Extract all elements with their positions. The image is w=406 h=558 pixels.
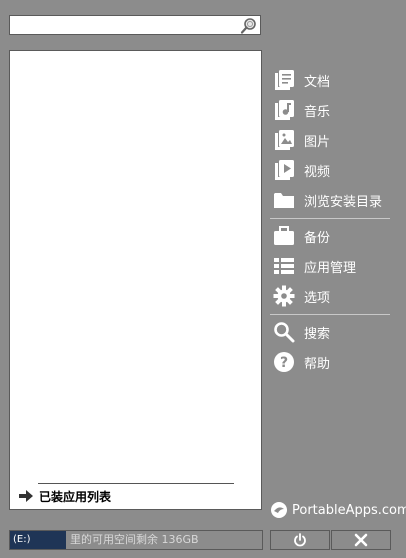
portableapps-brand[interactable]: PortableApps.com [270,499,406,521]
gear-icon [273,285,295,307]
divider [38,483,234,484]
help-icon: ? [274,352,294,372]
music-icon [275,100,294,120]
search-box[interactable] [9,15,261,35]
menu-label: 应用管理 [304,260,357,276]
menu-item-app-management[interactable]: 应用管理 [270,252,390,280]
menu-item-videos[interactable]: 视频 [270,156,390,184]
app-list[interactable]: 已装应用列表 [9,50,262,510]
menu-item-help[interactable]: ? 帮助 [270,348,390,376]
close-icon [354,533,368,547]
picture-icon [275,130,294,150]
close-button[interactable] [331,530,391,550]
menu-label: 音乐 [304,104,331,120]
menu-label: 备份 [304,230,331,246]
search-icon[interactable] [240,17,258,35]
video-icon [275,160,294,180]
brand-name: PortableApps.com [292,502,406,518]
folder-icon [274,193,294,208]
magnifier-icon [274,322,295,343]
drive-status: (E:) 173GB 里的可用空间剩余 136GB [9,530,263,550]
menu-item-search[interactable]: 搜索 [270,318,390,346]
search-input[interactable] [12,17,238,33]
menu-item-pictures[interactable]: 图片 [270,126,390,154]
separator [270,314,390,315]
menu-item-music[interactable]: 音乐 [270,96,390,124]
portableapps-logo-icon [271,502,287,518]
menu-label: 帮助 [304,356,331,372]
list-icon [274,258,294,274]
menu-label: 搜索 [304,326,331,342]
svg-text:?: ? [280,355,288,371]
menu-item-backup[interactable]: 备份 [270,222,390,250]
drive-label: (E:) 173GB [10,531,66,549]
free-space-text: 里的可用空间剩余 136GB [70,533,199,546]
menu-item-browse-install-dir[interactable]: 浏览安装目录 [270,186,390,214]
menu-label: 选项 [304,290,331,306]
power-button[interactable] [270,530,330,550]
briefcase-icon [274,226,294,245]
installed-apps-label: 已装应用列表 [39,489,112,504]
menu-label: 图片 [304,134,331,150]
menu-label: 视频 [304,164,331,180]
arrow-right-icon [19,490,33,502]
menu-item-options[interactable]: 选项 [270,282,390,310]
separator [270,218,390,219]
installed-apps-toggle[interactable]: 已装应用列表 [18,486,111,506]
power-icon [294,533,306,547]
menu-label: 浏览安装目录 [304,194,383,210]
menu-label: 文档 [304,74,331,90]
menu-item-documents[interactable]: 文档 [270,66,390,94]
document-icon [275,70,294,90]
